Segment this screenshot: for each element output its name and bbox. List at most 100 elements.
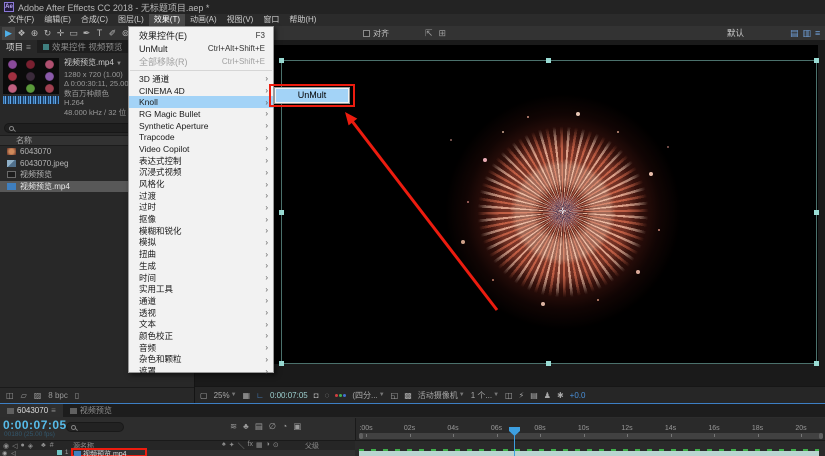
solo-icon[interactable]: ● <box>21 442 25 450</box>
zoom-level[interactable]: 25%▼ <box>214 391 237 400</box>
graph-editor-icon[interactable]: ▣ <box>293 421 301 432</box>
menubar-item[interactable]: 帮助(H) <box>284 14 321 26</box>
exposure-gear-icon[interactable]: ✱ <box>557 391 564 400</box>
menu-category-item[interactable]: 风格化› <box>129 178 273 190</box>
menubar-item[interactable]: 视图(V) <box>222 14 259 26</box>
frame-blend-switch-icon[interactable]: ▦ <box>256 441 263 451</box>
bbox-handle[interactable] <box>279 361 284 366</box>
menubar-item[interactable]: 合成(C) <box>76 14 113 26</box>
snap-checkbox[interactable] <box>363 30 370 37</box>
camera-select[interactable]: 活动摄像机▼ <box>418 390 465 401</box>
new-folder-icon[interactable]: ▱ <box>21 391 27 400</box>
menu-category-item[interactable]: Synthetic Aperture› <box>129 120 273 132</box>
menu-category-item[interactable]: 时间› <box>129 272 273 284</box>
video-visibility-icon[interactable]: ◉ <box>3 442 9 450</box>
new-composition-icon[interactable]: ▨ <box>34 391 42 400</box>
layer-duration-bar[interactable] <box>359 451 819 456</box>
draft-3d-icon[interactable]: ♣ <box>243 421 249 432</box>
menu-category-item[interactable]: 实用工具› <box>129 283 273 295</box>
panel-menu-icon[interactable]: ≡ <box>51 406 56 415</box>
fast-previews-icon[interactable]: ⚡ <box>519 391 525 400</box>
timeline-search-input[interactable] <box>66 422 124 432</box>
menubar-item[interactable]: 效果(T) <box>149 14 185 26</box>
project-bit-depth[interactable]: 8 bpc <box>48 391 68 400</box>
menu-category-item[interactable]: 沉浸式视频› <box>129 167 273 179</box>
search-input[interactable] <box>4 123 134 133</box>
collapse-switch-icon[interactable]: ✦ <box>229 441 235 451</box>
layer-anchor-point[interactable]: ✛ <box>557 206 568 217</box>
bbox-handle[interactable] <box>279 58 284 63</box>
speaker-icon[interactable]: ◁ <box>11 450 16 456</box>
effect-switch-icon[interactable]: fx <box>248 441 253 451</box>
panel-menu-icon[interactable]: ≡ <box>26 42 31 52</box>
snap-feature-icon[interactable]: ⊞ <box>439 28 447 39</box>
parent-column[interactable]: 父级 <box>305 441 319 451</box>
orbit-camera-tool[interactable]: ↻ <box>41 27 54 40</box>
workspace-menu-icon[interactable]: ≡ <box>815 28 820 39</box>
bbox-handle[interactable] <box>814 210 819 215</box>
menubar-item[interactable]: 文件(F) <box>3 14 39 26</box>
menu-category-item[interactable]: Video Copilot› <box>129 143 273 155</box>
menu-category-item[interactable]: 过渡› <box>129 190 273 202</box>
motion-blur-icon[interactable]: ◔ <box>282 421 287 432</box>
bbox-handle[interactable] <box>546 361 551 366</box>
pan-behind-tool[interactable]: ✛ <box>54 27 67 40</box>
menu-category-item[interactable]: 音频› <box>129 342 273 354</box>
menu-category-item[interactable]: 生成› <box>129 260 273 272</box>
hide-shy-layers-icon[interactable]: ▤ <box>255 421 263 432</box>
menubar-item[interactable]: 图层(L) <box>113 14 149 26</box>
pixel-aspect-icon[interactable]: ◫ <box>505 391 513 400</box>
bbox-handle[interactable] <box>814 361 819 366</box>
show-channels-icon[interactable] <box>335 394 346 397</box>
menu-category-item[interactable]: 过时› <box>129 202 273 214</box>
time-ruler[interactable]: :00s02s04s06s08s10s12s14s16s18s20s <box>355 418 825 440</box>
workspace-layout-icon[interactable]: ▥ <box>803 28 812 39</box>
shy-switch-icon[interactable]: ♠ <box>222 441 226 451</box>
menu-item-e[interactable]: 效果控件(E)F3 <box>129 29 273 42</box>
menu-category-item[interactable]: 扭曲› <box>129 248 273 260</box>
menu-category-item[interactable]: 抠像› <box>129 213 273 225</box>
menu-category-item[interactable]: 模拟› <box>129 237 273 249</box>
brush-tool[interactable]: ✐ <box>106 27 119 40</box>
selection-tool[interactable]: ▶ <box>2 27 15 40</box>
menu-category-item[interactable]: Knoll› <box>129 96 273 108</box>
tab-effect-controls[interactable]: 效果控件 视频预览 <box>37 40 128 53</box>
zoom-tool[interactable]: ⊕ <box>28 27 41 40</box>
delete-icon[interactable]: ▯ <box>75 391 79 400</box>
menu-category-item[interactable]: 表达式控制› <box>129 155 273 167</box>
flowchart-icon[interactable]: ♟ <box>544 391 551 400</box>
hand-tool[interactable]: ❖ <box>15 27 28 40</box>
layer-label-chip[interactable] <box>57 450 62 455</box>
snap-option-icon[interactable]: ⇱ <box>425 28 433 39</box>
frame-blending-icon[interactable]: ∅ <box>269 421 276 432</box>
show-snapshot-icon[interactable]: ◌ <box>325 391 330 400</box>
tab-project[interactable]: 项目 ≡ <box>0 40 37 53</box>
timeline-button-icon[interactable]: ▤ <box>530 391 538 400</box>
grid-guides-icon[interactable]: ▦ <box>243 391 251 400</box>
region-of-interest-icon[interactable]: ◱ <box>391 391 399 400</box>
menu-category-item[interactable]: 模糊和锐化› <box>129 225 273 237</box>
text-tool[interactable]: T <box>93 27 106 40</box>
menu-category-item[interactable]: RG Magic Bullet› <box>129 108 273 120</box>
menu-category-item[interactable]: 杂色和颗粒› <box>129 354 273 366</box>
snapshot-icon[interactable]: ◘ <box>314 391 319 400</box>
layer-row[interactable]: ◉◁ 1 <box>0 450 355 456</box>
timeline-tab-active[interactable]: 6043070 ≡ <box>0 404 63 417</box>
resolution-select[interactable]: (四分...▼ <box>352 390 384 401</box>
bbox-handle[interactable] <box>814 58 819 63</box>
menu-category-item[interactable]: 通道› <box>129 295 273 307</box>
menubar-item[interactable]: 动画(A) <box>185 14 222 26</box>
menu-category-item[interactable]: 遮罩› <box>129 365 273 377</box>
quality-switch-icon[interactable]: ＼ <box>238 441 245 451</box>
workspace-label[interactable]: 默认 <box>727 27 744 39</box>
eye-icon[interactable]: ◉ <box>2 450 7 456</box>
composition-mini-flowchart-icon[interactable]: ≋ <box>230 421 237 432</box>
work-area-bar[interactable] <box>359 433 823 439</box>
motion-blur-switch-icon[interactable]: ◑ <box>266 441 270 451</box>
menu-category-item[interactable]: 透视› <box>129 307 273 319</box>
menu-category-item[interactable]: CINEMA 4D› <box>129 85 273 97</box>
menu-category-item[interactable]: Trapcode› <box>129 131 273 143</box>
layer-name[interactable]: 视频预览.mp4 <box>74 449 127 456</box>
menu-item-unmult[interactable]: UnMultCtrl+Alt+Shift+E <box>129 42 273 55</box>
mask-path-visibility-icon[interactable]: ∟ <box>256 391 264 400</box>
